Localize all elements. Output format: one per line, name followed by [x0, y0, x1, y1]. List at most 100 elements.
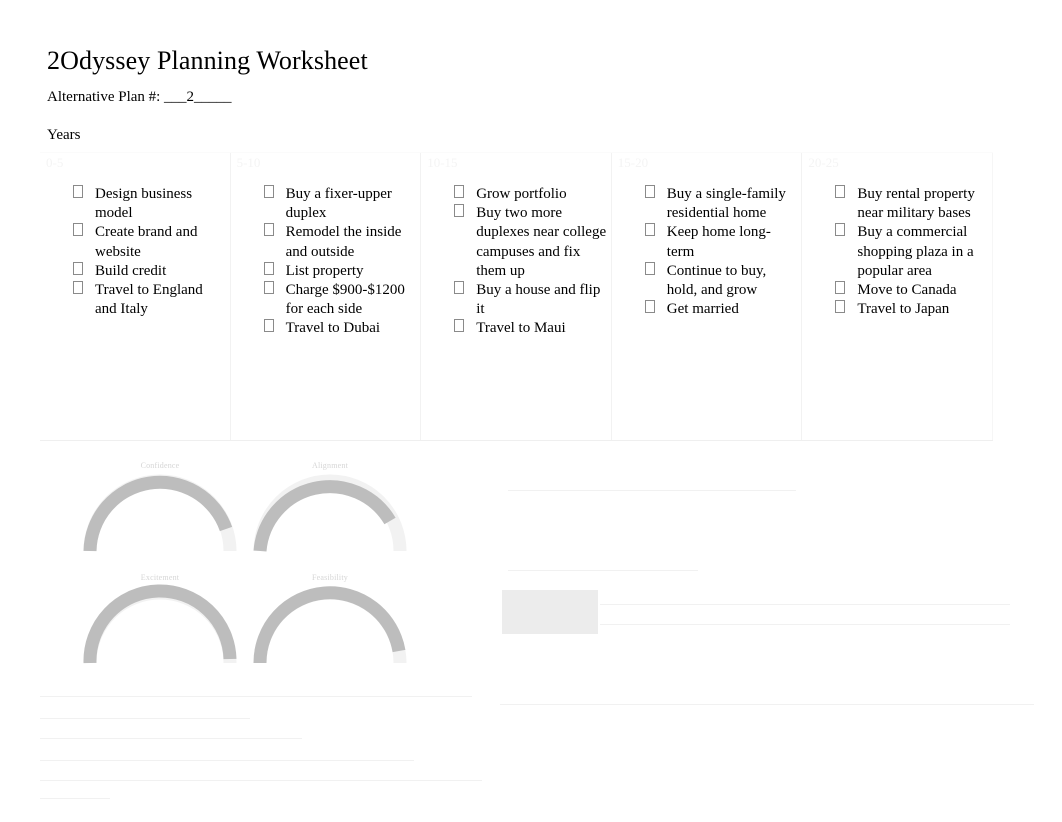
list-item[interactable]: Continue to buy, hold, and grow: [612, 261, 802, 300]
bullet-box-icon: [263, 281, 274, 295]
list-item[interactable]: Buy a single-family residential home: [612, 185, 802, 223]
bullet-box-icon: [454, 281, 465, 295]
alternative-plan-field[interactable]: Alternative Plan #: ___2_____: [47, 88, 232, 107]
list-item[interactable]: Build credit: [40, 261, 230, 281]
column-header: 5-10: [236, 155, 261, 170]
note-rule: [508, 570, 698, 571]
worksheet-page: 2Odyssey Planning Worksheet Alternative …: [0, 0, 1062, 822]
list-item-label: Travel to Japan: [857, 301, 950, 318]
column-header: 0-5: [46, 155, 64, 170]
bullet-box-icon: [263, 261, 274, 275]
list-item[interactable]: Travel to Dubai: [231, 319, 421, 338]
plan-item-list: Buy a fixer-upper duplex Remodel the ins…: [231, 185, 421, 339]
bullet-box-icon: [454, 204, 465, 218]
plan-column-3: 10-15 Grow portfolio Buy two more duplex…: [421, 153, 612, 440]
list-item[interactable]: Design business model: [40, 185, 230, 223]
list-item[interactable]: List property: [231, 261, 421, 281]
plan-column-5: 20-25 Buy rental property near military …: [802, 153, 993, 440]
list-item[interactable]: Travel to Japan: [802, 300, 992, 319]
list-item[interactable]: Create brand and website: [40, 223, 230, 261]
list-item[interactable]: Buy rental property near military bases: [802, 185, 992, 223]
right-notes-block: [500, 472, 1040, 722]
column-header: 20-25: [808, 155, 839, 170]
bullet-box-icon: [644, 261, 655, 275]
list-item-label: Travel to England and Italy: [95, 282, 203, 318]
form-field-rule[interactable]: [500, 704, 1034, 705]
form-field-rule[interactable]: [600, 604, 1010, 605]
list-item-label: Buy a commercial shopping plaza in a pop…: [857, 224, 974, 279]
bullet-box-icon: [644, 223, 655, 237]
note-rule: [508, 490, 796, 491]
bullet-box-icon: [644, 185, 655, 198]
bullet-box-icon: [835, 281, 846, 295]
plan-item-list: Buy a single-family residential home Kee…: [612, 185, 802, 319]
list-item[interactable]: Remodel the inside and outside: [231, 223, 421, 261]
gauge-arc-icon: [253, 474, 407, 552]
list-item[interactable]: Travel to England and Italy: [40, 281, 230, 319]
list-item-label: Buy rental property near military bases: [857, 186, 975, 222]
plan-item-list: Design business model Create brand and w…: [40, 185, 230, 319]
bullet-box-icon: [73, 223, 83, 237]
list-item-label: Keep home long-term: [666, 224, 771, 260]
list-item-label: Create brand and website: [95, 224, 198, 260]
list-item-label: Get married: [666, 301, 739, 318]
list-item-label: Charge $900-$1200 for each side: [285, 282, 405, 318]
column-header: 10-15: [427, 155, 458, 170]
bullet-box-icon: [73, 281, 83, 295]
list-item-label: Continue to buy, hold, and grow: [666, 262, 767, 299]
list-item-label: Build credit: [95, 262, 167, 279]
list-item[interactable]: Travel to Maui: [421, 319, 611, 338]
note-rule: [40, 738, 302, 739]
list-item-label: Buy a fixer-upper duplex: [285, 186, 392, 222]
list-item-label: Buy a house and flip it: [476, 282, 601, 318]
gauge-chart-group: Confidence Alignment Excitement Feasibil…: [40, 455, 480, 685]
list-item[interactable]: Move to Canada: [802, 281, 992, 300]
gauge-chart-4: Feasibility: [230, 567, 430, 679]
note-rule: [40, 760, 414, 761]
note-rule: [40, 798, 110, 799]
bullet-box-icon: [263, 185, 274, 198]
faded-swatch: [502, 590, 598, 634]
bullet-box-icon: [73, 185, 83, 198]
list-item[interactable]: Charge $900-$1200 for each side: [231, 281, 421, 319]
form-field-rule[interactable]: [600, 624, 1010, 625]
bullet-box-icon: [263, 319, 274, 333]
list-item[interactable]: Buy a house and flip it: [421, 281, 611, 319]
plan-item-list: Buy rental property near military bases …: [802, 185, 992, 319]
list-item[interactable]: Buy a fixer-upper duplex: [231, 185, 421, 223]
bullet-box-icon: [835, 300, 846, 314]
list-item[interactable]: Grow portfolio: [421, 185, 611, 204]
list-item-label: Travel to Maui: [476, 320, 566, 337]
note-rule: [40, 780, 482, 781]
plan-column-1: 0-5 Design business model Create brand a…: [40, 153, 231, 440]
gauge-chart-2: Alignment: [230, 455, 430, 567]
list-item[interactable]: Keep home long-term: [612, 223, 802, 261]
list-item-label: List property: [285, 262, 364, 279]
list-item-label: Buy two more duplexes near college campu…: [476, 205, 607, 279]
bullet-box-icon: [73, 261, 83, 275]
list-item-label: Buy a single-family residential home: [666, 186, 786, 222]
list-item[interactable]: Buy a commercial shopping plaza in a pop…: [802, 223, 992, 281]
plan-table: 0-5 Design business model Create brand a…: [40, 152, 993, 441]
bullet-box-icon: [454, 185, 465, 198]
list-item[interactable]: Buy two more duplexes near college campu…: [421, 204, 611, 281]
bullet-box-icon: [835, 185, 846, 198]
bullet-box-icon: [644, 300, 655, 314]
page-title: 2Odyssey Planning Worksheet: [47, 46, 368, 75]
bullet-box-icon: [454, 319, 465, 333]
bottom-left-notes: [40, 688, 510, 799]
bullet-box-icon: [263, 223, 274, 237]
bullet-box-icon: [835, 223, 846, 237]
column-header: 15-20: [617, 155, 649, 170]
list-item-label: Travel to Dubai: [285, 320, 381, 337]
plan-item-list: Grow portfolio Buy two more duplexes nea…: [421, 185, 611, 339]
note-rule: [40, 718, 250, 719]
gauge-arc-icon: [253, 586, 407, 664]
list-item[interactable]: Get married: [612, 300, 802, 319]
list-item-label: Design business model: [95, 186, 193, 222]
plan-column-2: 5-10 Buy a fixer-upper duplex Remodel th…: [231, 153, 422, 440]
list-item-label: Grow portfolio: [476, 186, 567, 202]
list-item-label: Move to Canada: [857, 282, 957, 299]
years-label: Years: [47, 127, 81, 143]
list-item-label: Remodel the inside and outside: [285, 224, 402, 260]
